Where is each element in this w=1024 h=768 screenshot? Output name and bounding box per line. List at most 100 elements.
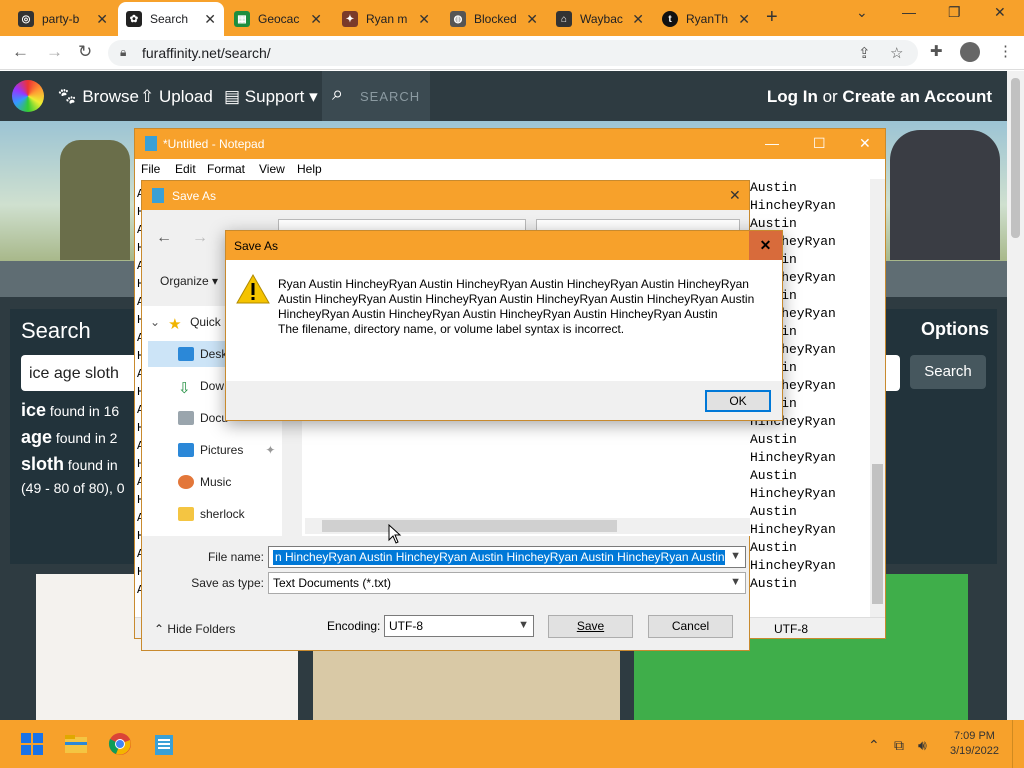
notepad-text-line: Austin [750,180,797,195]
nav-browse[interactable]: 🐾︎ Browse [56,87,139,107]
tab-blocked[interactable]: ◍ Blocked ✕ [442,4,546,34]
hide-folders-button[interactable]: ⌃ Hide Folders [154,622,235,636]
profile-avatar[interactable] [960,42,980,62]
extensions-icon[interactable]: ✚ [930,42,943,60]
clock[interactable]: 7:09 PM 3/19/2022 [950,729,999,759]
chevron-down-icon[interactable]: ▼ [730,550,741,562]
search-button[interactable]: Search [910,355,986,389]
menu-format[interactable]: Format [207,162,245,176]
nav-support[interactable]: ▤ Support ▾ [224,87,318,107]
notepad-text-line: Austin [750,576,797,591]
notepad-menubar: File Edit Format View Help [135,159,885,179]
file-name-input[interactable]: n HincheyRyan Austin HincheyRyan Austin … [268,546,746,568]
tab-search[interactable]: ✿ Search ✕ [118,2,224,36]
close-button[interactable]: ✕ [859,135,871,152]
notepad-text-line: Austin [750,540,797,555]
pictures-icon [178,443,194,457]
minimize-button[interactable]: — [765,135,779,151]
cancel-button[interactable]: Cancel [648,615,733,638]
file-list-hscroll-thumb[interactable] [322,520,617,532]
notepad-text-line: HincheyRyan [750,522,836,537]
back-button[interactable]: ← [12,42,29,62]
tab-geocache[interactable]: ▦ Geocac ✕ [226,4,330,34]
minimize-button[interactable]: — [902,4,916,20]
archive-icon: ⌂ [556,11,572,27]
close-icon[interactable]: ✕ [738,11,750,28]
menu-help[interactable]: Help [297,162,322,176]
paw-icon: ✿ [126,11,142,27]
login-link[interactable]: Log In [767,87,818,106]
browser-tab-strip: ◎ party-b ✕ ✿ Search ✕ ▦ Geocac ✕ ✦ Ryan… [0,0,1024,36]
tab-party[interactable]: ◎ party-b ✕ [10,4,116,34]
nav-pictures[interactable]: Pictures ✦ [178,437,282,463]
new-tab-button[interactable]: + [766,6,778,29]
chevron-up-icon: ⌃ [154,622,165,636]
close-icon[interactable]: ✕ [204,11,216,28]
encoding-select[interactable]: UTF-8 ▼ [384,615,534,637]
close-icon[interactable]: ✕ [632,11,644,28]
reload-button[interactable]: ↻ [78,42,92,62]
nav-scrollbar[interactable] [282,421,298,536]
bookmark-star-icon[interactable]: ☆ [890,44,903,62]
forward-button[interactable]: → [46,42,63,62]
menu-kebab-icon[interactable]: ⋮ [998,42,1013,60]
back-button[interactable]: ← [156,229,172,247]
organize-button[interactable]: Organize ▾ [160,274,218,288]
close-button[interactable]: ✕ [729,187,741,204]
menu-edit[interactable]: Edit [175,162,196,176]
close-icon[interactable]: ✕ [418,11,430,28]
options-title[interactable]: Options [921,319,989,340]
lock-icon[interactable]: 🔒︎ [120,45,126,60]
mouse-cursor-icon [388,524,402,544]
close-window-button[interactable]: ✕ [994,4,1006,21]
volume-icon[interactable]: 🔊︎ [918,737,927,754]
show-desktop-button[interactable] [1012,720,1024,768]
error-dialog: Save As ✕ Ryan Austin HincheyRyan Austin… [225,230,783,421]
menu-view[interactable]: View [259,162,285,176]
close-icon[interactable]: ✕ [310,11,322,28]
search-input[interactable]: ice age sloth [21,355,151,391]
nav-music[interactable]: Music [178,469,282,495]
notepad-text-line: HincheyRyan [750,558,836,573]
network-icon[interactable]: ⧉ [894,737,904,754]
instagram-icon: ◎ [18,11,34,27]
nav-search-box[interactable]: ⌕ SEARCH [322,71,430,121]
chevron-up-icon[interactable]: ⌃ [868,737,880,754]
fa-logo[interactable] [12,80,44,112]
chrome-icon[interactable] [108,732,132,756]
tab-wayback[interactable]: ⌂ Waybac ✕ [548,4,652,34]
close-icon[interactable]: ✕ [96,11,108,28]
close-icon[interactable]: ✕ [526,11,538,28]
notepad-icon [152,188,164,203]
menu-file[interactable]: File [141,162,160,176]
nav-sherlock[interactable]: sherlock [178,501,282,527]
save-as-titlebar[interactable]: Save As ✕ [142,181,749,210]
nav-upload[interactable]: ⇧ Upload [140,87,213,107]
forward-button[interactable]: → [192,229,208,247]
save-as-type-label: Save as type: [191,576,264,590]
result-ice: ice found in 16 [21,400,120,420]
tab-search-chevron-icon[interactable]: ⌄ [856,4,868,21]
error-titlebar[interactable]: Save As [226,231,782,260]
notepad-scrollbar-thumb[interactable] [872,464,883,604]
chevron-down-icon: ▼ [518,619,529,631]
address-bar[interactable]: 🔒︎ furaffinity.net/search/ ⇪ ☆ [108,40,918,66]
tab-ryanth[interactable]: t RyanTh ✕ [654,4,758,34]
notepad-titlebar[interactable]: *Untitled - Notepad — ☐ ✕ [135,129,885,159]
maximize-button[interactable]: ☐ [813,135,826,152]
tumblr-icon: t [662,11,678,27]
notepad-icon[interactable] [152,732,176,756]
share-icon[interactable]: ⇪ [858,44,871,62]
close-button[interactable]: ✕ [749,231,782,260]
file-explorer-icon[interactable] [64,732,88,756]
start-icon[interactable] [20,732,44,756]
tab-ryan[interactable]: ✦ Ryan m ✕ [334,4,438,34]
create-account-link[interactable]: Create an Account [842,87,992,106]
ok-button[interactable]: OK [705,390,771,412]
encoding-label: Encoding: [327,619,381,633]
save-button[interactable]: Save [548,615,633,638]
page-scrollbar-thumb[interactable] [1011,78,1020,238]
restore-button[interactable]: ❐ [948,4,961,21]
error-message: Ryan Austin HincheyRyan Austin HincheyRy… [278,277,758,337]
save-as-type-select[interactable]: Text Documents (*.txt) ▼ [268,572,746,594]
